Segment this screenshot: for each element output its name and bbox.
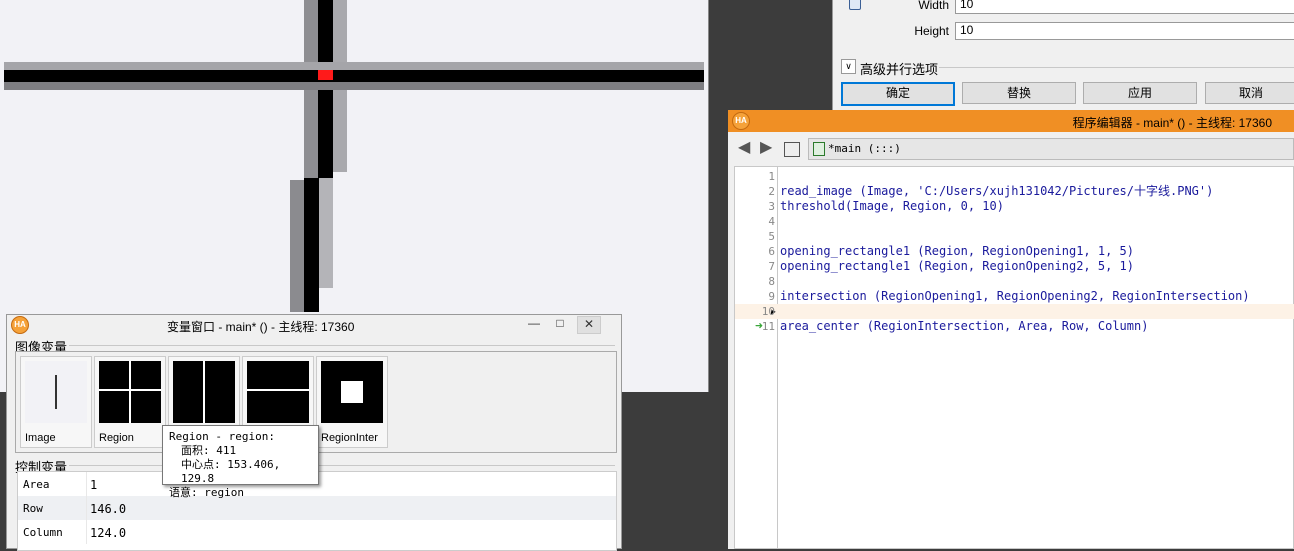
editor-toolbar: ◀ ▶ *main (:::) [728, 134, 1294, 164]
code-line[interactable]: 5 [735, 229, 1294, 244]
code-line[interactable]: 6 opening_rectangle1 (Region, RegionOpeni… [735, 244, 1294, 259]
parameter-dialog: Width 10 Height 10 ∨ 高级并行选项 确定 替换 应用 取消 [832, 0, 1294, 110]
code-line[interactable]: ➜ 11 area_center (RegionIntersection, Area… [735, 319, 1294, 334]
code-line[interactable]: 8 [735, 274, 1294, 289]
height-label: Height [914, 24, 949, 38]
code-line[interactable]: 7 opening_rectangle1 (Region, RegionOpeni… [735, 259, 1294, 274]
tab-main[interactable]: *main (:::) [808, 138, 1294, 160]
var-window-title: 变量窗口 - main* () - 主线程: 17360 [167, 320, 355, 334]
var-title-bar[interactable]: HA 变量窗口 - main* () - 主线程: 17360 — □ ✕ [7, 315, 621, 335]
code-line[interactable]: 4 [735, 214, 1294, 229]
width-label: Width [918, 0, 949, 12]
apply-button[interactable]: 应用 [1083, 82, 1197, 104]
replace-button[interactable]: 替换 [962, 82, 1076, 104]
hline-gray-bottom [4, 82, 704, 90]
table-row[interactable]: Row 146.0 [18, 496, 616, 520]
width-input[interactable]: 10 [955, 0, 1294, 14]
divider [939, 67, 1294, 68]
hline-black [4, 70, 704, 82]
back-arrow-icon[interactable]: ◀ [738, 140, 754, 156]
code-line[interactable]: 3 threshold(Image, Region, 0, 10) [735, 199, 1294, 214]
divider [69, 465, 615, 466]
editor-title: 程序编辑器 - main* () - 主线程: 17360 [1072, 116, 1272, 130]
minimize-icon[interactable]: — [523, 316, 545, 332]
code-area[interactable]: 1 2 read_image (Image, 'C:/Users/xujh1310… [734, 166, 1294, 549]
height-row: Height 10 [833, 22, 1294, 42]
thumb-region[interactable]: Region [94, 356, 166, 448]
thumb-image[interactable]: Image [20, 356, 92, 448]
forward-arrow-icon[interactable]: ▶ [760, 140, 776, 156]
intersection-marker [318, 70, 333, 80]
chevron-down-icon[interactable]: ∨ [841, 59, 856, 74]
procedure-icon [813, 142, 825, 157]
close-icon[interactable]: ✕ [577, 316, 601, 334]
tooltip-semantic: 语意: region [169, 486, 244, 499]
vline-lower-gray [290, 180, 304, 312]
ha-logo: HA [11, 316, 29, 334]
vline-lower-gray2 [319, 178, 333, 288]
param-icon [849, 0, 861, 10]
editor-title-bar[interactable]: HA 程序编辑器 - main* () - 主线程: 17360 [728, 110, 1294, 132]
maximize-icon[interactable]: □ [549, 316, 571, 332]
region-tooltip: Region - region: 面积: 411 中心点: 153.406, 1… [162, 425, 319, 499]
tooltip-center: 中心点: 153.406, 129.8 [181, 458, 281, 485]
vline-lower-black [304, 178, 319, 312]
tooltip-area: 面积: 411 [181, 444, 237, 457]
width-row: Width 10 [833, 0, 1294, 16]
code-line[interactable]: 9 intersection (RegionOpening1, RegionOpe… [735, 289, 1294, 304]
program-editor: HA 程序编辑器 - main* () - 主线程: 17360 ◀ ▶ *ma… [728, 110, 1294, 549]
height-input[interactable]: 10 [955, 22, 1294, 40]
ok-button[interactable]: 确定 [841, 82, 955, 106]
code-line[interactable]: 1 [735, 169, 1294, 184]
insert-icon[interactable] [784, 142, 800, 157]
hline-gray-top [4, 62, 704, 70]
ha-logo: HA [732, 112, 750, 130]
tab-main-label: *main (:::) [828, 142, 901, 155]
tooltip-title: Region - region: [169, 430, 275, 443]
thumb-region-intersection[interactable]: RegionInter [316, 356, 388, 448]
table-row[interactable]: Column 124.0 [18, 520, 616, 544]
code-line-current[interactable]: ▶ 10 [735, 304, 1294, 319]
code-line[interactable]: 2 read_image (Image, 'C:/Users/xujh131042… [735, 184, 1294, 199]
advanced-options-label: 高级并行选项 [860, 62, 939, 77]
divider [69, 345, 615, 346]
cancel-button[interactable]: 取消 [1205, 82, 1294, 104]
